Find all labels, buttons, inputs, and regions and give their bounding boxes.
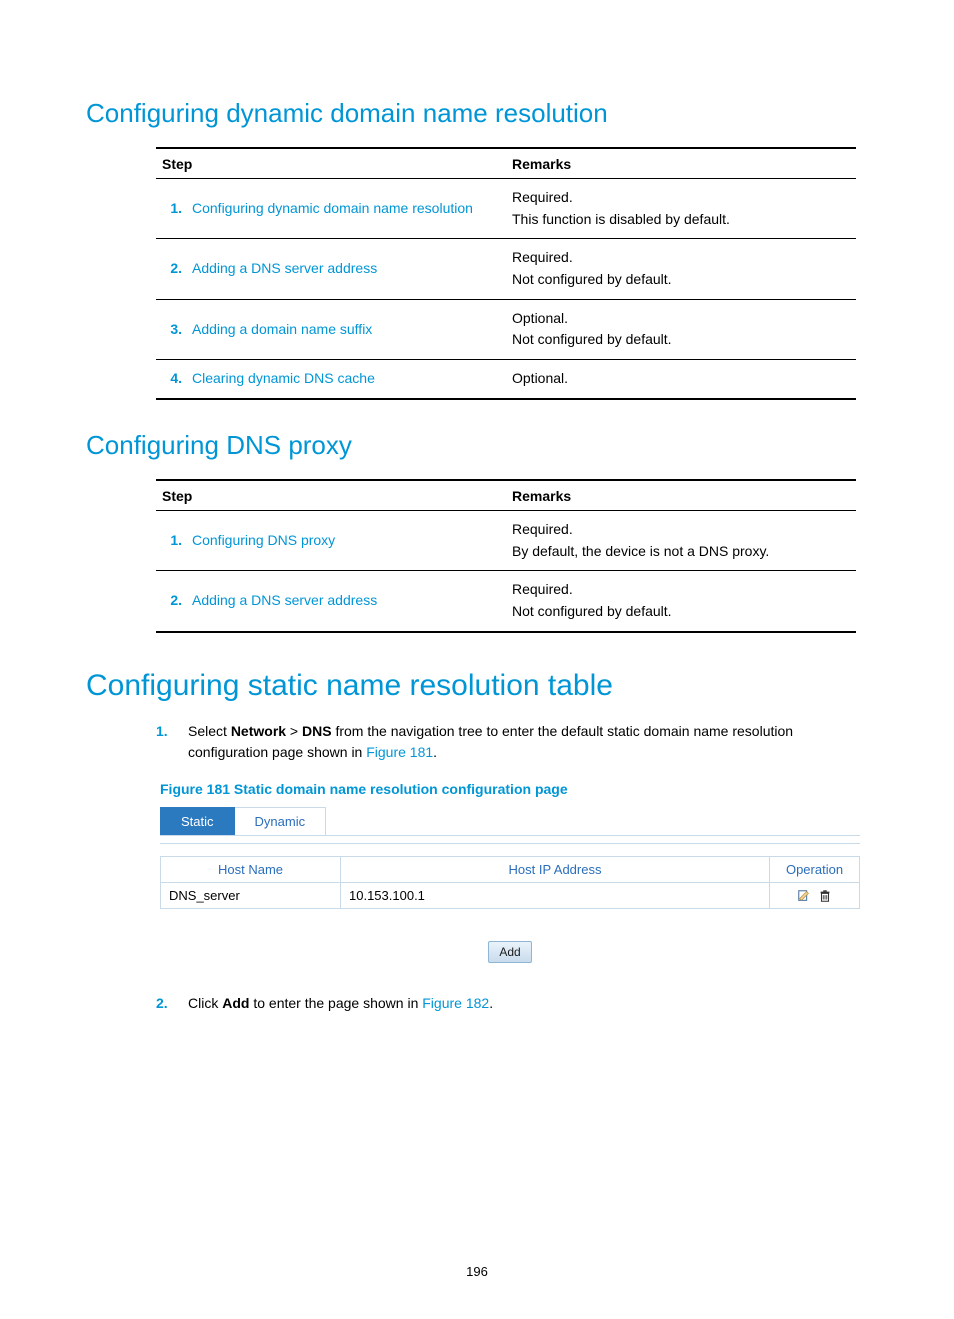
table-row: 1.Configuring dynamic domain name resolu…	[156, 179, 856, 239]
remarks-cell: Required.By default, the device is not a…	[506, 510, 856, 570]
table-row: 3.Adding a domain name suffixOptional.No…	[156, 299, 856, 359]
step-number: 4.	[156, 360, 186, 399]
heading-configuring-dynamic: Configuring dynamic domain name resoluti…	[86, 98, 868, 129]
col-remarks: Remarks	[506, 148, 856, 179]
cell-operation	[770, 882, 860, 909]
tab-dynamic[interactable]: Dynamic	[235, 807, 327, 835]
table-row: 4.Clearing dynamic DNS cacheOptional.	[156, 360, 856, 399]
remarks-cell: Required.This function is disabled by de…	[506, 179, 856, 239]
remarks-cell: Required.Not configured by default.	[506, 239, 856, 299]
step-link[interactable]: Clearing dynamic DNS cache	[186, 360, 506, 399]
step-link[interactable]: Configuring DNS proxy	[186, 510, 506, 570]
tab-static[interactable]: Static	[160, 807, 235, 835]
heading-configuring-dns-proxy: Configuring DNS proxy	[86, 430, 868, 461]
col-step: Step	[156, 480, 506, 511]
table-row: 1.Configuring DNS proxyRequired.By defau…	[156, 510, 856, 570]
instruction-step-1: 1. Select Network > DNS from the navigat…	[156, 721, 868, 763]
step-number: 2.	[156, 993, 188, 1014]
link-figure-181[interactable]: Figure 181	[366, 744, 433, 760]
remarks-cell: Optional.	[506, 360, 856, 399]
instruction-step-2: 2. Click Add to enter the page shown in …	[156, 993, 868, 1014]
divider	[160, 836, 860, 844]
table-row: DNS_server 10.153.100.1	[161, 882, 860, 909]
col-remarks: Remarks	[506, 480, 856, 511]
step-link[interactable]: Adding a DNS server address	[186, 239, 506, 299]
tabs-row: Static Dynamic	[160, 807, 860, 836]
remarks-cell: Required.Not configured by default.	[506, 571, 856, 632]
link-figure-182[interactable]: Figure 182	[422, 995, 489, 1011]
screenshot-static-dns: Static Dynamic Host Name Host IP Address…	[160, 807, 860, 964]
edit-icon[interactable]	[797, 889, 811, 903]
step-number: 2.	[156, 571, 186, 632]
step-link[interactable]: Adding a domain name suffix	[186, 299, 506, 359]
step-number: 3.	[156, 299, 186, 359]
col-operation: Operation	[770, 856, 860, 882]
step-number: 1.	[156, 721, 188, 763]
cell-host-name: DNS_server	[161, 882, 341, 909]
remarks-cell: Optional.Not configured by default.	[506, 299, 856, 359]
add-button[interactable]: Add	[488, 941, 531, 963]
step-text: Click Add to enter the page shown in Fig…	[188, 993, 493, 1014]
table-row: 2.Adding a DNS server addressRequired.No…	[156, 571, 856, 632]
page-number: 196	[86, 1264, 868, 1279]
heading-configuring-static: Configuring static name resolution table	[86, 669, 868, 703]
steps-table-proxy: Step Remarks 1.Configuring DNS proxyRequ…	[156, 479, 856, 633]
figure-caption-181: Figure 181 Static domain name resolution…	[160, 781, 868, 797]
steps-table-dynamic: Step Remarks 1.Configuring dynamic domai…	[156, 147, 856, 400]
step-number: 2.	[156, 239, 186, 299]
step-link[interactable]: Configuring dynamic domain name resoluti…	[186, 179, 506, 239]
step-text: Select Network > DNS from the navigation…	[188, 721, 868, 763]
step-number: 1.	[156, 179, 186, 239]
table-row: 2.Adding a DNS server addressRequired.No…	[156, 239, 856, 299]
trash-icon[interactable]	[818, 889, 832, 903]
col-host-ip: Host IP Address	[341, 856, 770, 882]
col-step: Step	[156, 148, 506, 179]
col-host-name: Host Name	[161, 856, 341, 882]
cell-host-ip: 10.153.100.1	[341, 882, 770, 909]
step-link[interactable]: Adding a DNS server address	[186, 571, 506, 632]
step-number: 1.	[156, 510, 186, 570]
dns-table: Host Name Host IP Address Operation DNS_…	[160, 856, 860, 910]
